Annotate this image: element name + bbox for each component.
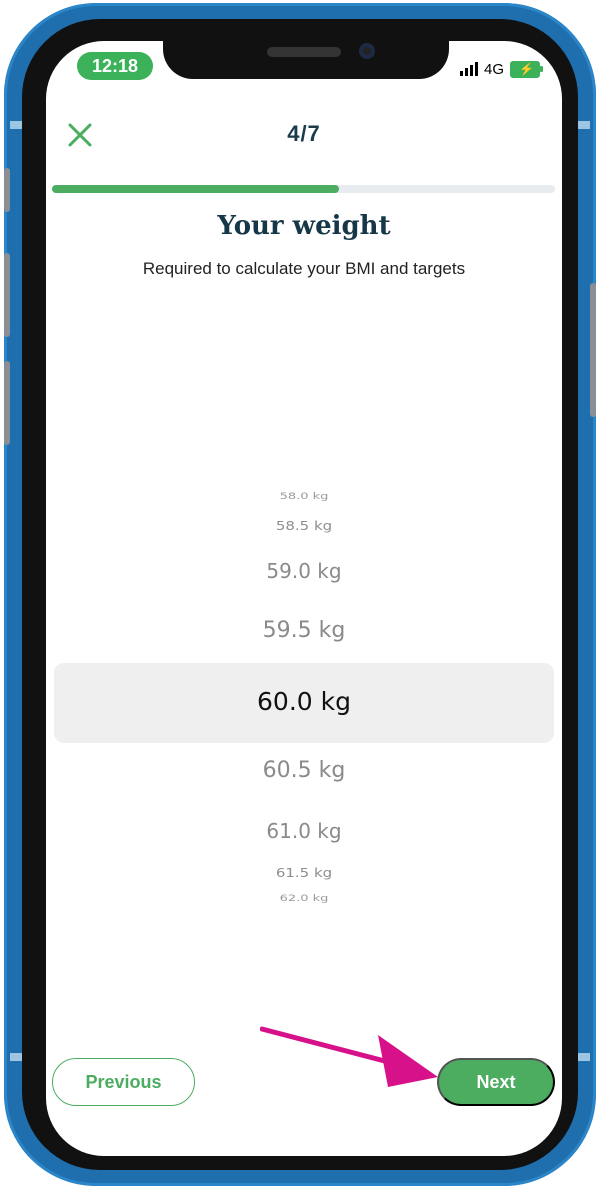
volume-down-button [4,361,10,445]
next-button[interactable]: Next [437,1058,555,1106]
status-icons: 4G ⚡ [459,59,543,79]
progress-fill [52,185,339,193]
front-camera [359,43,375,59]
picker-item[interactable]: 58.0 kg [54,491,554,502]
page-title: Your weight [217,211,391,241]
picker-item[interactable]: 59.5 kg [54,618,554,643]
status-time: 12:18 [77,52,153,80]
antenna-band [578,121,590,129]
step-indicator: 4/7 [287,121,321,146]
volume-up-button [4,253,10,337]
page-subtitle: Required to calculate your BMI and targe… [142,259,466,278]
power-button [590,283,596,417]
network-type: 4G [483,60,504,78]
picker-item[interactable]: 60.5 kg [54,758,554,783]
picker-item[interactable]: 62.0 kg [54,893,554,904]
mute-switch [4,168,10,212]
picker-item[interactable]: 61.5 kg [54,865,554,880]
previous-button[interactable]: Previous [52,1058,195,1106]
antenna-band [10,1053,22,1061]
notch [163,41,449,79]
weight-picker[interactable]: 58.0 kg 58.5 kg 59.0 kg 59.5 kg 60.0 kg … [54,481,554,921]
signal-icon [459,62,478,76]
picker-item-selected[interactable]: 60.0 kg [54,687,554,716]
picker-item[interactable]: 61.0 kg [54,819,554,843]
battery-charging-icon: ⚡ [510,60,543,78]
phone-frame: 12:18 4G ⚡ 4/7 Your weight Required to c… [4,3,596,1186]
antenna-band [578,1053,590,1061]
annotation-arrow-icon [260,1026,438,1087]
picker-item[interactable]: 59.0 kg [54,559,554,583]
progress-bar [52,185,555,193]
antenna-band [10,121,22,129]
speaker-grille [267,47,341,57]
picker-item[interactable]: 58.5 kg [54,518,554,533]
app-screen: 12:18 4G ⚡ 4/7 Your weight Required to c… [46,41,562,1156]
